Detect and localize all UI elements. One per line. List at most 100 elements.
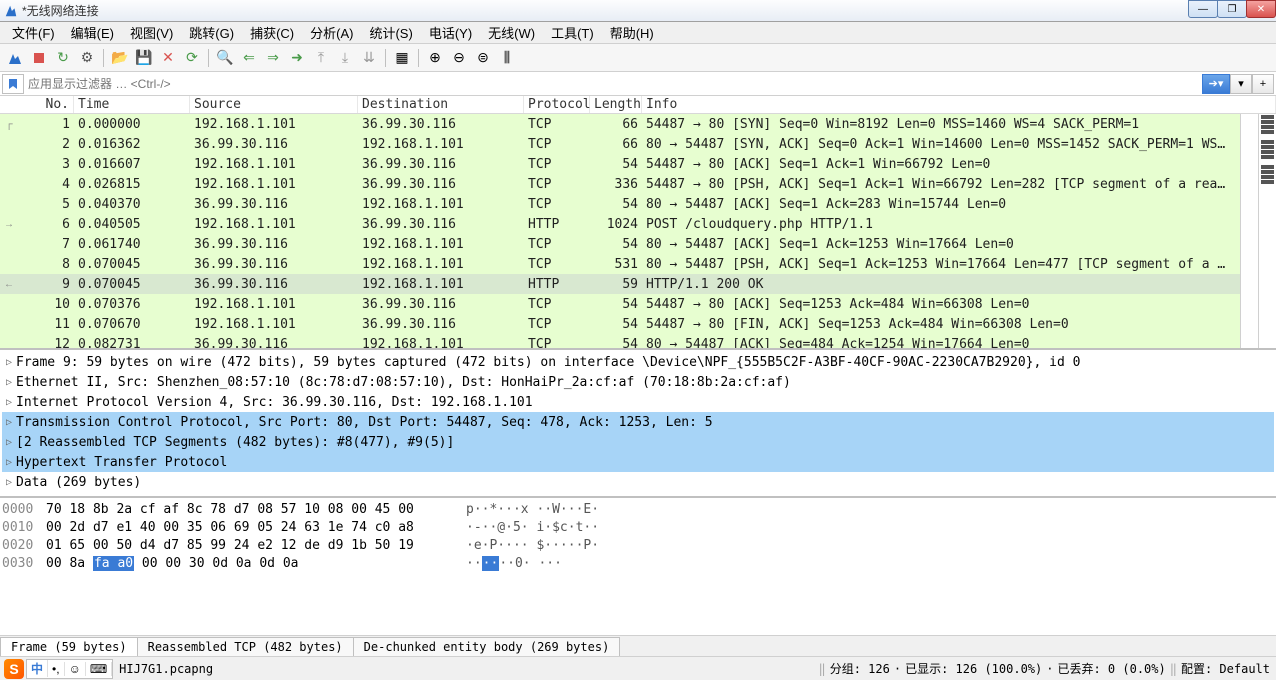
expand-icon[interactable]: ▷	[2, 357, 16, 368]
packet-row[interactable]: 60.040505192.168.1.10136.99.30.116HTTP10…	[0, 214, 1276, 234]
intelligent-scrollbar-minimap[interactable]	[1258, 114, 1276, 348]
tab-reassembled-tcp[interactable]: Reassembled TCP (482 bytes)	[137, 637, 354, 656]
detail-tree-item[interactable]: ▷Hypertext Transfer Protocol	[2, 452, 1274, 472]
menu-file[interactable]: 文件(F)	[4, 21, 63, 44]
cell-time: 0.070376	[74, 297, 190, 312]
hex-row[interactable]: 002001 65 00 50 d4 d7 85 99 24 e2 12 de …	[2, 538, 1274, 556]
col-destination[interactable]: Destination	[358, 96, 524, 113]
packet-row[interactable]: 120.08273136.99.30.116192.168.1.101TCP54…	[0, 334, 1276, 348]
menu-capture[interactable]: 捕获(C)	[242, 21, 302, 44]
col-info[interactable]: Info	[642, 96, 1276, 113]
detail-tree-item[interactable]: ▷[2 Reassembled TCP Segments (482 bytes)…	[2, 432, 1274, 452]
packet-list-body[interactable]: ┌10.000000192.168.1.10136.99.30.116TCP66…	[0, 114, 1276, 348]
find-icon[interactable]: 🔍	[214, 47, 236, 69]
go-first-icon[interactable]: ⤒	[310, 47, 332, 69]
menu-edit[interactable]: 编辑(E)	[63, 21, 122, 44]
detail-tree-item[interactable]: ▷Frame 9: 59 bytes on wire (472 bits), 5…	[2, 352, 1274, 372]
detail-tree-item[interactable]: ▷Data (269 bytes)	[2, 472, 1274, 492]
cell-length: 1024	[590, 217, 642, 232]
packet-row[interactable]: 20.01636236.99.30.116192.168.1.101TCP668…	[0, 134, 1276, 154]
ime-emoji[interactable]: ☺	[65, 662, 86, 676]
menu-statistics[interactable]: 统计(S)	[361, 21, 420, 44]
packet-row[interactable]: 10.000000192.168.1.10136.99.30.116TCP665…	[0, 114, 1276, 134]
capture-options-icon[interactable]: ⚙	[76, 47, 98, 69]
zoom-in-icon[interactable]: ⊕	[424, 47, 446, 69]
start-capture-icon[interactable]	[4, 47, 26, 69]
packet-row[interactable]: 110.070670192.168.1.10136.99.30.116TCP54…	[0, 314, 1276, 334]
detail-tree-item[interactable]: ▷Ethernet II, Src: Shenzhen_08:57:10 (8c…	[2, 372, 1274, 392]
display-filter-input[interactable]	[24, 75, 1202, 93]
expand-icon[interactable]: ▷	[2, 477, 16, 488]
hex-row[interactable]: 001000 2d d7 e1 40 00 35 06 69 05 24 63 …	[2, 520, 1274, 538]
menu-tools[interactable]: 工具(T)	[543, 21, 602, 44]
cell-info: 54487 → 80 [ACK] Seq=1253 Ack=484 Win=66…	[642, 297, 1276, 312]
save-file-icon[interactable]: 💾	[133, 47, 155, 69]
col-source[interactable]: Source	[190, 96, 358, 113]
expand-icon[interactable]: ▷	[2, 457, 16, 468]
expand-icon[interactable]: ▷	[2, 397, 16, 408]
go-back-icon[interactable]: ⇐	[238, 47, 260, 69]
zoom-reset-icon[interactable]: ⊜	[472, 47, 494, 69]
menu-bar: 文件(F) 编辑(E) 视图(V) 跳转(G) 捕获(C) 分析(A) 统计(S…	[0, 22, 1276, 44]
menu-analyze[interactable]: 分析(A)	[302, 21, 361, 44]
packet-row[interactable]: 80.07004536.99.30.116192.168.1.101TCP531…	[0, 254, 1276, 274]
close-button[interactable]: ✕	[1246, 0, 1276, 18]
ime-zhong[interactable]: 中	[27, 660, 48, 677]
detail-tree-item[interactable]: ▷Transmission Control Protocol, Src Port…	[2, 412, 1274, 432]
col-length[interactable]: Length	[590, 96, 642, 113]
colorize-icon[interactable]: ▦	[391, 47, 413, 69]
ime-sogou-icon[interactable]: S	[4, 659, 24, 679]
cell-source: 192.168.1.101	[190, 117, 358, 132]
go-to-packet-icon[interactable]: ➜	[286, 47, 308, 69]
auto-scroll-icon[interactable]: ⇊	[358, 47, 380, 69]
tab-frame-bytes[interactable]: Frame (59 bytes)	[0, 637, 138, 656]
packet-bytes-pane[interactable]: 000070 18 8b 2a cf af 8c 78 d7 08 57 10 …	[0, 498, 1276, 635]
tab-dechunked-body[interactable]: De-chunked entity body (269 bytes)	[353, 637, 621, 656]
cell-destination: 36.99.30.116	[358, 317, 524, 332]
packet-row[interactable]: 30.016607192.168.1.10136.99.30.116TCP545…	[0, 154, 1276, 174]
packet-row[interactable]: 50.04037036.99.30.116192.168.1.101TCP548…	[0, 194, 1276, 214]
filter-history-button[interactable]: ▾	[1230, 74, 1252, 94]
intelligent-scrollbar-delta[interactable]	[1240, 114, 1258, 348]
ime-keyboard[interactable]: ⌨	[86, 662, 112, 676]
packet-row[interactable]: 40.026815192.168.1.10136.99.30.116TCP336…	[0, 174, 1276, 194]
menu-wireless[interactable]: 无线(W)	[480, 21, 543, 44]
add-filter-button[interactable]: +	[1252, 74, 1274, 94]
menu-view[interactable]: 视图(V)	[122, 21, 181, 44]
packet-row[interactable]: 70.06174036.99.30.116192.168.1.101TCP548…	[0, 234, 1276, 254]
restart-capture-icon[interactable]: ↻	[52, 47, 74, 69]
apply-filter-button[interactable]: ➔▾	[1202, 74, 1230, 94]
col-time[interactable]: Time	[74, 96, 190, 113]
ime-punct[interactable]: •,	[48, 662, 65, 676]
go-forward-icon[interactable]: ⇒	[262, 47, 284, 69]
expand-icon[interactable]: ▷	[2, 437, 16, 448]
open-file-icon[interactable]: 📂	[109, 47, 131, 69]
menu-help[interactable]: 帮助(H)	[602, 21, 662, 44]
col-no[interactable]: No.	[0, 96, 74, 113]
hex-row[interactable]: 003000 8a fa a0 00 00 30 0d 0a 0d 0a····…	[2, 556, 1274, 574]
packet-details-pane[interactable]: ▷Frame 9: 59 bytes on wire (472 bits), 5…	[0, 350, 1276, 498]
stop-capture-icon[interactable]	[28, 47, 50, 69]
expand-icon[interactable]: ▷	[2, 377, 16, 388]
col-protocol[interactable]: Protocol	[524, 96, 590, 113]
expand-icon[interactable]: ▷	[2, 417, 16, 428]
ime-toolbar[interactable]: 中 •, ☺ ⌨	[26, 659, 113, 679]
cell-protocol: TCP	[524, 117, 590, 132]
detail-tree-item[interactable]: ▷Internet Protocol Version 4, Src: 36.99…	[2, 392, 1274, 412]
close-file-icon[interactable]: ✕	[157, 47, 179, 69]
menu-go[interactable]: 跳转(G)	[181, 21, 242, 44]
packet-row[interactable]: 100.070376192.168.1.10136.99.30.116TCP54…	[0, 294, 1276, 314]
resize-columns-icon[interactable]: ⫼	[496, 47, 518, 69]
minimize-button[interactable]: —	[1188, 0, 1218, 18]
packet-row[interactable]: 90.07004536.99.30.116192.168.1.101HTTP59…	[0, 274, 1276, 294]
cell-length: 531	[590, 257, 642, 272]
menu-telephony[interactable]: 电话(Y)	[421, 21, 480, 44]
reload-icon[interactable]: ⟳	[181, 47, 203, 69]
cell-no: 10	[0, 297, 74, 312]
hex-row[interactable]: 000070 18 8b 2a cf af 8c 78 d7 08 57 10 …	[2, 502, 1274, 520]
maximize-button[interactable]: ❐	[1217, 0, 1247, 18]
bookmark-filter-icon[interactable]	[2, 74, 24, 94]
cell-no: 4	[0, 177, 74, 192]
go-last-icon[interactable]: ⤓	[334, 47, 356, 69]
zoom-out-icon[interactable]: ⊖	[448, 47, 470, 69]
